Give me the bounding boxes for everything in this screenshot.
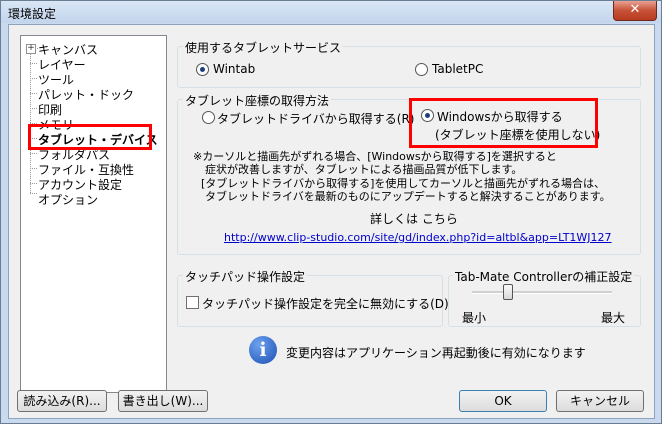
coordinate-source-label: タブレット座標の取得方法 xyxy=(183,92,332,109)
title-bar[interactable]: 環境設定 ✕ xyxy=(1,1,661,23)
details-text[interactable]: 詳しくは こちら xyxy=(370,210,458,227)
tree-branch xyxy=(30,168,37,169)
tree-item-options[interactable]: オプション xyxy=(38,191,98,208)
details-link[interactable]: http://www.clip-studio.com/site/gd/index… xyxy=(224,231,612,244)
tree-branch xyxy=(30,78,37,79)
highlight-box-windows-option xyxy=(409,98,598,148)
close-button[interactable]: ✕ xyxy=(613,1,657,21)
tree-branch xyxy=(30,93,37,94)
touchpad-disable-checkbox[interactable] xyxy=(186,296,199,309)
preferences-window: 環境設定 ✕ + キャンバス レイヤー ツール パレット・ドック 印刷 メモリ … xyxy=(0,0,662,424)
radio-wintab[interactable] xyxy=(196,63,209,76)
tree-branch xyxy=(30,193,37,194)
ok-button[interactable]: OK xyxy=(459,390,547,412)
touchpad-group-label: タッチパッド操作設定 xyxy=(183,268,308,285)
tabmate-group-label: Tab-Mate Controllerの補正設定 xyxy=(453,268,635,285)
radio-driver[interactable] xyxy=(202,111,215,124)
radio-driver-label[interactable]: タブレットドライバから取得する(R) xyxy=(217,110,414,127)
tree-guide-line xyxy=(30,48,31,193)
tabmate-max-label: 最大 xyxy=(601,311,626,325)
note-line-4: タブレットドライバを最新のものにアップデートすると解決することがあります。 xyxy=(205,190,611,203)
radio-wintab-label[interactable]: Wintab xyxy=(213,62,255,76)
window-title: 環境設定 xyxy=(8,7,57,21)
tree-expander-icon[interactable]: + xyxy=(26,44,36,54)
tree-branch xyxy=(30,153,37,154)
info-message: 変更内容はアプリケーション再起動後に有効になります xyxy=(286,346,586,360)
tablet-service-label: 使用するタブレットサービス xyxy=(183,39,344,56)
dialog-client-area: + キャンバス レイヤー ツール パレット・ドック 印刷 メモリ タブレット・デ… xyxy=(8,24,655,419)
cancel-button[interactable]: キャンセル xyxy=(556,390,644,412)
info-icon: i xyxy=(249,336,277,364)
highlight-box-sidebar xyxy=(28,124,152,150)
tabmate-slider-track[interactable] xyxy=(472,291,612,294)
radio-tabletpc[interactable] xyxy=(415,63,428,76)
category-tree[interactable]: + キャンバス レイヤー ツール パレット・ドック 印刷 メモリ タブレット・デ… xyxy=(20,35,167,393)
load-button[interactable]: 読み込み(R)... xyxy=(17,390,107,412)
tree-branch xyxy=(30,183,37,184)
tabmate-min-label: 最小 xyxy=(462,311,487,325)
radio-tabletpc-label[interactable]: TabletPC xyxy=(432,62,483,76)
tree-branch xyxy=(30,108,37,109)
touchpad-disable-label[interactable]: タッチパッド操作設定を完全に無効にする(D) xyxy=(202,295,449,312)
tabmate-slider-thumb[interactable] xyxy=(503,284,513,300)
tree-branch xyxy=(30,63,37,64)
export-button[interactable]: 書き出し(W)... xyxy=(118,390,208,412)
